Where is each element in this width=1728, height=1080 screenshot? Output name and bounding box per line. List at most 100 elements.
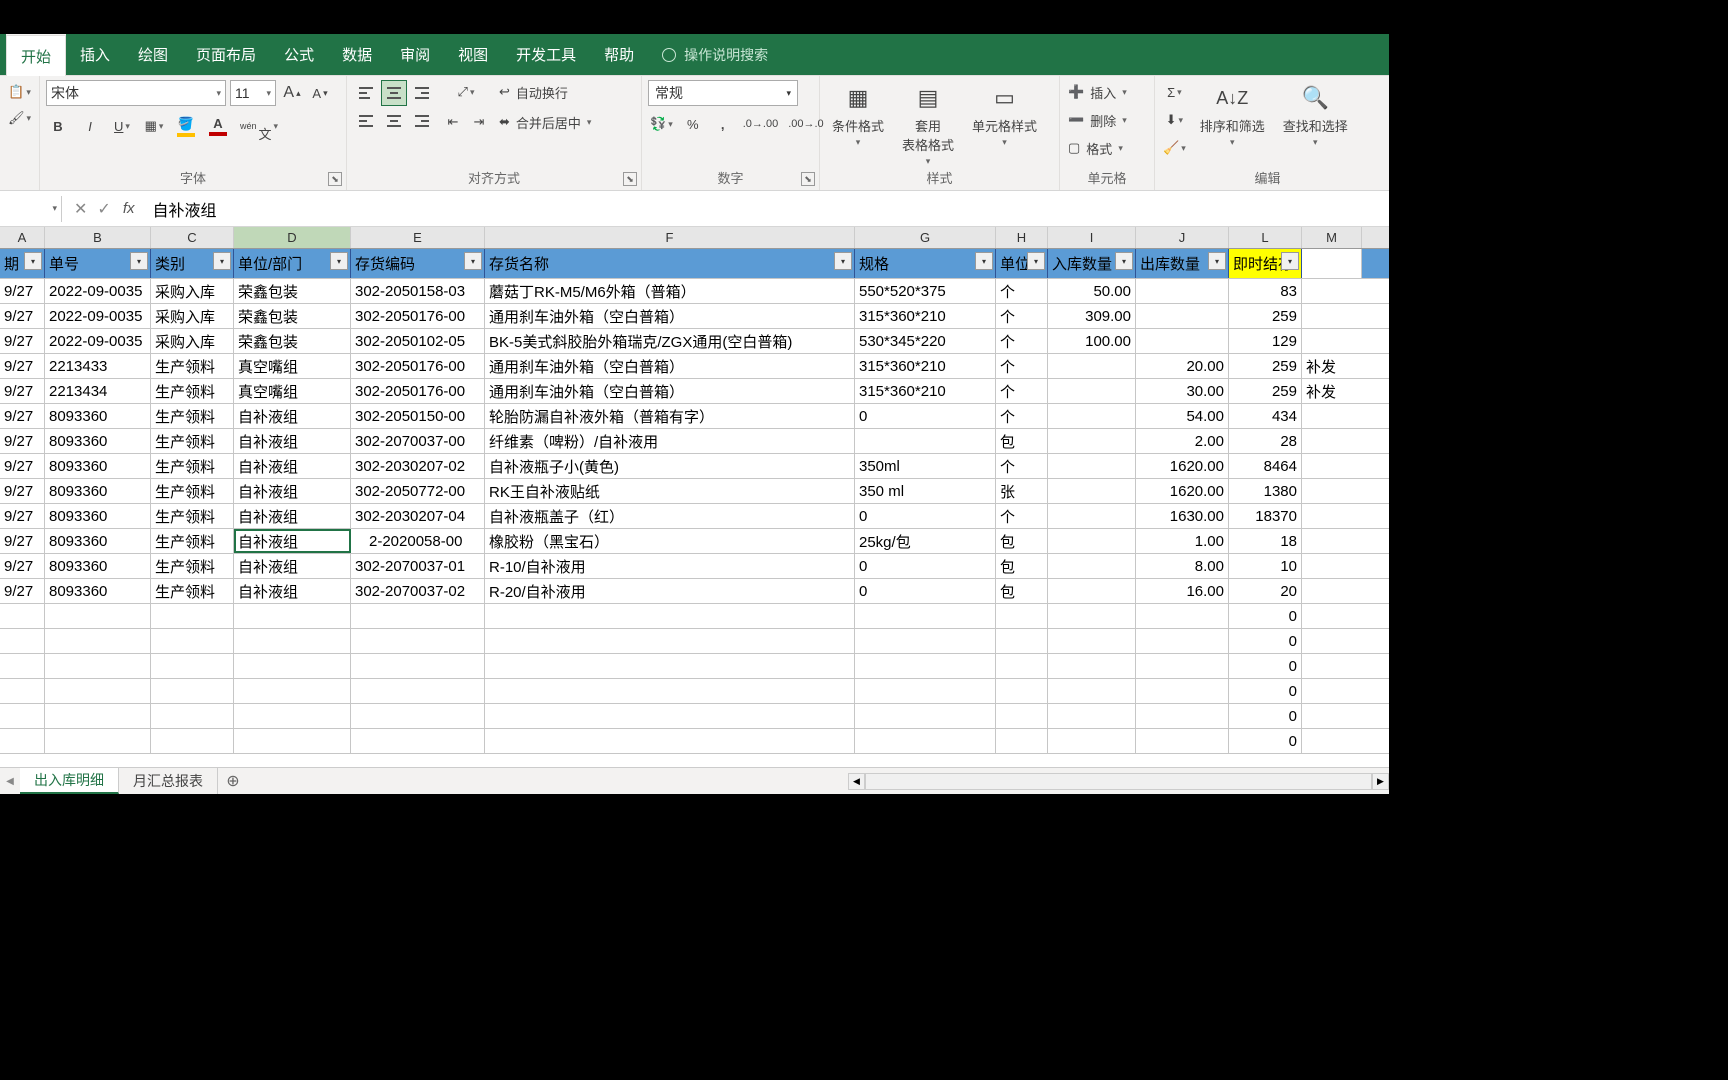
phonetic-button[interactable]: wén文▾	[238, 114, 280, 138]
cell[interactable]: 30.00	[1136, 379, 1229, 403]
cell[interactable]	[1048, 504, 1136, 528]
clear-button[interactable]: 🧹 ▾	[1161, 136, 1188, 160]
cell[interactable]: R-20/自补液用	[485, 579, 855, 603]
cell[interactable]: 包	[996, 554, 1048, 578]
cell[interactable]: 9/27	[0, 329, 45, 353]
cell[interactable]	[351, 729, 485, 753]
cell[interactable]	[996, 679, 1048, 703]
cell[interactable]: 9/27	[0, 379, 45, 403]
cell[interactable]	[855, 604, 996, 628]
cell[interactable]: 259	[1229, 354, 1302, 378]
cell[interactable]: 9/27	[0, 504, 45, 528]
header-cell[interactable]: 即时结存▾	[1229, 249, 1302, 278]
cell[interactable]	[485, 654, 855, 678]
border-button[interactable]: ▦▾	[142, 114, 166, 138]
decrease-font-icon[interactable]: A▾	[308, 81, 332, 105]
cell[interactable]: 真空嘴组	[234, 354, 351, 378]
cell[interactable]: 302-2050772-00	[351, 479, 485, 503]
cell[interactable]: 315*360*210	[855, 354, 996, 378]
cell[interactable]	[1302, 479, 1362, 503]
cancel-icon[interactable]: ✕	[74, 199, 87, 219]
cell[interactable]: 315*360*210	[855, 304, 996, 328]
cell[interactable]: R-10/自补液用	[485, 554, 855, 578]
cell[interactable]: 9/27	[0, 404, 45, 428]
cell[interactable]: 530*345*220	[855, 329, 996, 353]
cell[interactable]	[234, 654, 351, 678]
cell[interactable]	[351, 654, 485, 678]
cell[interactable]: 生产领料	[151, 579, 234, 603]
cell[interactable]: 8093360	[45, 479, 151, 503]
underline-button[interactable]: U▾	[110, 114, 134, 138]
insert-cells-button[interactable]: ➕ 插入 ▾	[1066, 80, 1129, 104]
cell[interactable]: 0	[1229, 629, 1302, 653]
cell[interactable]	[1136, 629, 1229, 653]
cell[interactable]	[1302, 529, 1362, 553]
tab-review[interactable]: 审阅	[386, 44, 444, 65]
cell[interactable]	[855, 629, 996, 653]
cell[interactable]: 83	[1229, 279, 1302, 303]
cell[interactable]	[351, 704, 485, 728]
cell[interactable]	[1302, 629, 1362, 653]
cell[interactable]	[1048, 629, 1136, 653]
format-painter-button[interactable]: 🖌▾	[6, 106, 33, 130]
align-top-left[interactable]	[353, 80, 379, 106]
wrap-text-button[interactable]: ↩ 自动换行	[497, 80, 635, 104]
cell[interactable]	[485, 629, 855, 653]
number-launcher-icon[interactable]: ⬊	[801, 172, 815, 186]
cell[interactable]	[1048, 454, 1136, 478]
cell[interactable]: 包	[996, 529, 1048, 553]
cell[interactable]: 20.00	[1136, 354, 1229, 378]
filter-icon[interactable]: ▾	[1027, 252, 1045, 270]
tab-view[interactable]: 视图	[444, 44, 502, 65]
add-sheet-button[interactable]: ⊕	[218, 768, 248, 794]
cell[interactable]: 个	[996, 279, 1048, 303]
filter-icon[interactable]: ▾	[834, 252, 852, 270]
cell[interactable]	[151, 604, 234, 628]
cell[interactable]	[1302, 279, 1362, 303]
align-bottom-right[interactable]	[409, 108, 435, 134]
worksheet-grid[interactable]: A B C D E F G H I J L M 期▾ 单号▾ 类别▾ 单位/部门…	[0, 227, 1389, 754]
cell[interactable]: 302-2030207-02	[351, 454, 485, 478]
sheet-tab[interactable]: 出入库明细	[20, 768, 119, 794]
cell[interactable]: 9/27	[0, 554, 45, 578]
cell[interactable]	[485, 679, 855, 703]
header-cell[interactable]: 单号▾	[45, 249, 151, 278]
cell[interactable]: 采购入库	[151, 329, 234, 353]
header-cell[interactable]: 入库数量▾	[1048, 249, 1136, 278]
bold-button[interactable]: B	[46, 114, 70, 138]
cell[interactable]: 302-2070037-01	[351, 554, 485, 578]
cell[interactable]: 自补液组	[234, 579, 351, 603]
col-header[interactable]: M	[1302, 227, 1362, 248]
paste-button[interactable]: 📋▾	[6, 80, 33, 104]
fill-button[interactable]: ⬇ ▾	[1161, 108, 1188, 132]
cell[interactable]: 0	[1229, 729, 1302, 753]
cell[interactable]: 0	[1229, 604, 1302, 628]
cell[interactable]	[996, 729, 1048, 753]
cell[interactable]: 个	[996, 454, 1048, 478]
header-cell[interactable]	[1302, 249, 1362, 278]
align-bottom-center[interactable]	[381, 108, 407, 134]
cell[interactable]	[45, 704, 151, 728]
cell[interactable]: 25kg/包	[855, 529, 996, 553]
cell[interactable]	[1048, 579, 1136, 603]
cell[interactable]	[45, 679, 151, 703]
cell[interactable]: 包	[996, 579, 1048, 603]
cell[interactable]	[1048, 679, 1136, 703]
cell[interactable]: 302-2050102-05	[351, 329, 485, 353]
cell[interactable]: 2022-09-0035	[45, 279, 151, 303]
filter-icon[interactable]: ▾	[130, 252, 148, 270]
cell[interactable]	[0, 729, 45, 753]
cell[interactable]: 350 ml	[855, 479, 996, 503]
cell[interactable]: 302-2050150-00	[351, 404, 485, 428]
cell[interactable]: 自补液组	[234, 479, 351, 503]
cell[interactable]: 8093360	[45, 429, 151, 453]
cell[interactable]	[996, 704, 1048, 728]
cell[interactable]	[234, 604, 351, 628]
cell[interactable]	[485, 729, 855, 753]
cell[interactable]: 纤维素（啤粉）/自补液用	[485, 429, 855, 453]
cell[interactable]: 8093360	[45, 454, 151, 478]
cell[interactable]	[0, 654, 45, 678]
cell[interactable]	[1302, 579, 1362, 603]
cell[interactable]: 生产领料	[151, 479, 234, 503]
cell[interactable]: 自补液组	[234, 454, 351, 478]
